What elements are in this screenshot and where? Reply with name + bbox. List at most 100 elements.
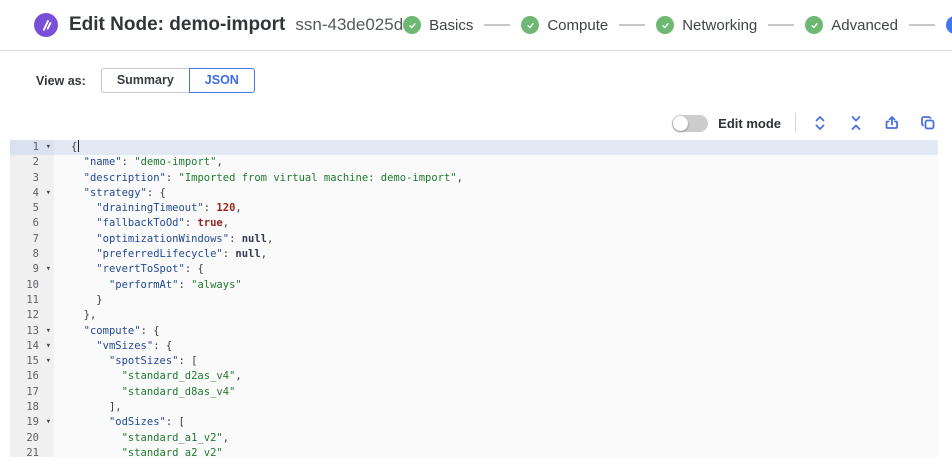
fold-toggle-icon[interactable]: ▾ (46, 262, 51, 277)
fold-toggle-icon[interactable]: ▾ (46, 354, 51, 369)
code-line[interactable]: 21 "standard_a2_v2" (10, 446, 938, 457)
line-number: 11 (10, 293, 54, 308)
line-number: 5 (10, 201, 54, 216)
line-number: 6 (10, 216, 54, 231)
code-line[interactable]: 18 ], (10, 400, 938, 415)
code-line[interactable]: 2 "name": "demo-import", (10, 155, 938, 170)
code-line[interactable]: 3 "description": "Imported from virtual … (10, 171, 938, 186)
code-line[interactable]: 7 "optimizationWindows": null, (10, 232, 938, 247)
code-text: "standard_d8as_v4" (54, 385, 938, 400)
wizard-stepper: Basics Compute Networking Advanced 5 Rev… (403, 16, 952, 34)
step-networking[interactable]: Networking (656, 16, 757, 34)
code-line[interactable]: 14▾ "vmSizes": { (10, 339, 938, 354)
editor-actions (812, 115, 936, 131)
fold-toggle-icon[interactable]: ▾ (46, 186, 51, 201)
code-text: "standard_d2as_v4", (54, 369, 938, 384)
code-line[interactable]: 19▾ "odSizes": [ (10, 415, 938, 430)
code-line[interactable]: 4▾ "strategy": { (10, 186, 938, 201)
edit-mode-toggle[interactable] (672, 115, 708, 132)
code-text: } (54, 293, 938, 308)
step-connector (909, 24, 935, 26)
check-icon (656, 16, 674, 34)
editor-toolbar: Edit mode (0, 106, 952, 140)
line-number: 2 (10, 155, 54, 170)
view-as-json-button[interactable]: JSON (189, 68, 255, 93)
code-text: "drainingTimeout": 120, (54, 201, 938, 216)
code-line[interactable]: 12 }, (10, 308, 938, 323)
code-line[interactable]: 5 "drainingTimeout": 120, (10, 201, 938, 216)
line-number: 13▾ (10, 324, 54, 339)
spot-logo-icon (34, 13, 58, 37)
page-title: Edit Node: demo-import (69, 14, 285, 36)
check-icon (521, 16, 539, 34)
view-as-segmented-control: Summary JSON (101, 68, 255, 93)
step-label: Advanced (831, 17, 898, 34)
step-connector (619, 24, 645, 26)
code-line[interactable]: 6 "fallbackToOd": true, (10, 216, 938, 231)
line-number: 10 (10, 278, 54, 293)
code-text: "spotSizes": [ (54, 354, 938, 369)
view-as-summary-button[interactable]: Summary (101, 68, 190, 93)
toolbar-divider (795, 113, 796, 133)
code-text: "revertToSpot": { (54, 262, 938, 277)
fold-toggle-icon[interactable]: ▾ (46, 140, 51, 155)
code-text: "description": "Imported from virtual ma… (54, 171, 938, 186)
code-text: { (54, 140, 938, 155)
step-basics[interactable]: Basics (403, 16, 473, 34)
code-text: "optimizationWindows": null, (54, 232, 938, 247)
wizard-header: Edit Node: demo-import ssn-43de025d Basi… (0, 0, 952, 51)
line-number: 12 (10, 308, 54, 323)
code-line[interactable]: 8 "preferredLifecycle": null, (10, 247, 938, 262)
collapse-all-icon[interactable] (848, 115, 864, 131)
code-text: "standard_a2_v2" (54, 446, 938, 457)
copy-icon[interactable] (920, 115, 936, 131)
json-code-editor[interactable]: 1▾{2 "name": "demo-import",3 "descriptio… (10, 140, 938, 457)
code-line[interactable]: 11 } (10, 293, 938, 308)
step-review[interactable]: 5 Review (946, 16, 952, 34)
code-text: "name": "demo-import", (54, 155, 938, 170)
toggle-knob (673, 116, 688, 131)
step-label: Compute (547, 17, 608, 34)
export-icon[interactable] (884, 115, 900, 131)
code-text: "performAt": "always" (54, 278, 938, 293)
line-number: 20 (10, 431, 54, 446)
step-connector (484, 24, 510, 26)
text-cursor (78, 140, 80, 152)
line-number: 18 (10, 400, 54, 415)
code-line[interactable]: 9▾ "revertToSpot": { (10, 262, 938, 277)
line-number: 9▾ (10, 262, 54, 277)
code-line[interactable]: 13▾ "compute": { (10, 324, 938, 339)
step-label: Networking (682, 17, 757, 34)
step-compute[interactable]: Compute (521, 16, 608, 34)
code-line[interactable]: 20 "standard_a1_v2", (10, 431, 938, 446)
view-as-label: View as: (36, 74, 86, 88)
check-icon (403, 16, 421, 34)
line-number: 17 (10, 385, 54, 400)
line-number: 15▾ (10, 354, 54, 369)
code-line[interactable]: 1▾{ (10, 140, 938, 155)
code-line[interactable]: 16 "standard_d2as_v4", (10, 369, 938, 384)
code-text: "vmSizes": { (54, 339, 938, 354)
line-number: 7 (10, 232, 54, 247)
check-icon (805, 16, 823, 34)
code-line[interactable]: 10 "performAt": "always" (10, 278, 938, 293)
step-advanced[interactable]: Advanced (805, 16, 898, 34)
step-label: Basics (429, 17, 473, 34)
code-text: "preferredLifecycle": null, (54, 247, 938, 262)
view-as-row: View as: Summary JSON (36, 68, 952, 93)
node-id: ssn-43de025d (295, 15, 403, 35)
code-text: "standard_a1_v2", (54, 431, 938, 446)
expand-all-icon[interactable] (812, 115, 828, 131)
fold-toggle-icon[interactable]: ▾ (46, 415, 51, 430)
line-number: 16 (10, 369, 54, 384)
line-number: 14▾ (10, 339, 54, 354)
fold-toggle-icon[interactable]: ▾ (46, 339, 51, 354)
step-number-badge: 5 (946, 16, 952, 34)
code-line[interactable]: 17 "standard_d8as_v4" (10, 385, 938, 400)
code-text: "odSizes": [ (54, 415, 938, 430)
code-lines: 1▾{2 "name": "demo-import",3 "descriptio… (10, 140, 938, 457)
step-connector (768, 24, 794, 26)
code-line[interactable]: 15▾ "spotSizes": [ (10, 354, 938, 369)
code-text: ], (54, 400, 938, 415)
fold-toggle-icon[interactable]: ▾ (46, 324, 51, 339)
